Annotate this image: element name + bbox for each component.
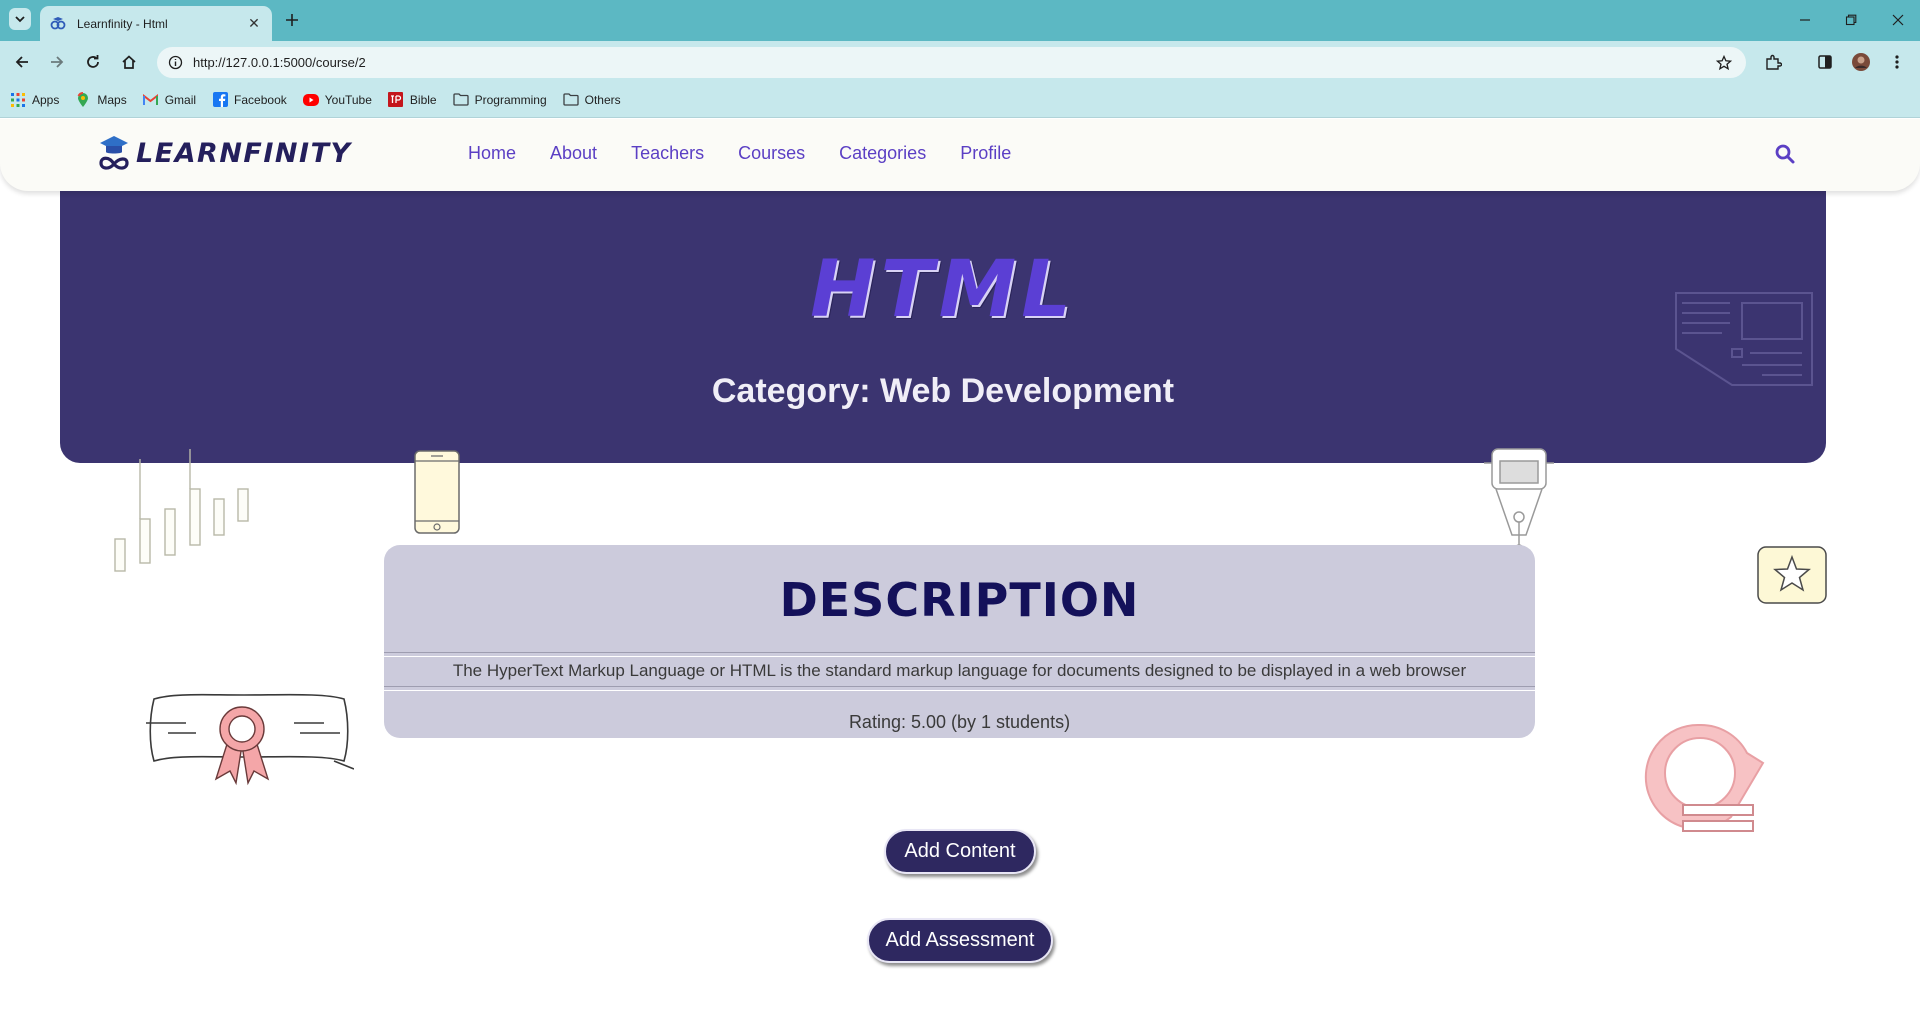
bookmark-label: Programming [474, 92, 547, 107]
bookmark-bible[interactable]: Bible [388, 92, 437, 108]
site-logo[interactable]: LEARNFINITY [98, 133, 352, 173]
tab-search-button[interactable] [9, 8, 31, 30]
folder-icon [452, 92, 469, 108]
back-button[interactable] [10, 50, 34, 74]
new-tab-button[interactable] [281, 9, 303, 31]
nav-home[interactable]: Home [468, 143, 516, 164]
gmail-icon [143, 92, 159, 108]
divider [384, 686, 1535, 687]
folder-icon [562, 92, 579, 108]
bookmark-youtube[interactable]: YouTube [302, 92, 372, 108]
add-content-button[interactable]: Add Content [884, 829, 1036, 874]
browser-tab-active[interactable]: Learnfinity - Html ✕ [40, 6, 272, 41]
description-heading: DESCRIPTION [779, 573, 1140, 627]
bookmark-facebook[interactable]: Facebook [212, 92, 287, 108]
bookmark-gmail[interactable]: Gmail [143, 92, 196, 108]
divider [384, 656, 1535, 657]
bookmark-star-icon[interactable] [1713, 52, 1734, 73]
course-title: HTML [810, 245, 1076, 335]
side-panel-button[interactable] [1813, 50, 1837, 74]
browser-toolbar: http://127.0.0.1:5000/course/2 [0, 41, 1920, 82]
youtube-icon [302, 92, 319, 108]
graduation-infinity-icon [99, 136, 129, 170]
divider [384, 690, 1535, 691]
reload-icon [87, 55, 99, 68]
bookmark-label: Others [584, 92, 621, 107]
more-vertical-icon [1895, 55, 1899, 69]
browser-tabstrip: Learnfinity - Html ✕ [0, 0, 1920, 41]
bar-chart-illustration-icon [114, 449, 249, 572]
bible-icon [388, 92, 404, 108]
tab-close-icon[interactable]: ✕ [244, 14, 264, 34]
browser-window-illustration-icon [1675, 292, 1813, 386]
course-rating: Rating: 5.00 (by 1 students) [848, 712, 1071, 732]
bookmark-maps[interactable]: Maps [75, 91, 127, 108]
avatar-icon [1852, 53, 1870, 71]
learnfinity-favicon-icon [50, 15, 68, 33]
bookmark-label: Bible [409, 92, 437, 107]
course-description-card: DESCRIPTION The HyperText Markup Languag… [384, 545, 1535, 738]
tab-title: Learnfinity - Html [77, 16, 168, 31]
bookmark-folder-others[interactable]: Others [562, 92, 621, 108]
bookmark-folder-programming[interactable]: Programming [452, 92, 547, 108]
bookmark-label: Maps [97, 92, 127, 107]
bookmark-label: Gmail [164, 92, 197, 107]
side-panel-icon [1818, 55, 1832, 69]
plus-icon [286, 14, 298, 26]
minimize-window-button[interactable] [1790, 8, 1820, 32]
close-icon [1892, 14, 1904, 26]
home-button[interactable] [117, 50, 141, 74]
divider [384, 652, 1535, 653]
forward-button[interactable] [45, 50, 69, 74]
page-viewport: LEARNFINITY Home About Teachers Courses … [0, 119, 1920, 1033]
pen-nib-illustration-icon [1484, 448, 1554, 554]
site-info-icon[interactable] [165, 52, 186, 73]
nav-profile[interactable]: Profile [960, 143, 1011, 164]
extensions-button[interactable] [1761, 50, 1785, 74]
nav-categories[interactable]: Categories [839, 143, 926, 164]
address-bar[interactable]: http://127.0.0.1:5000/course/2 [157, 47, 1746, 78]
site-navbar: LEARNFINITY Home About Teachers Courses … [0, 119, 1920, 191]
restore-window-button[interactable] [1836, 8, 1866, 32]
browser-menu-button[interactable] [1885, 50, 1909, 74]
apps-grid-icon [10, 92, 26, 108]
search-icon[interactable] [1774, 143, 1796, 165]
logo-text: LEARNFINITY [136, 137, 352, 169]
nav-about[interactable]: About [550, 143, 597, 164]
nav-teachers[interactable]: Teachers [631, 143, 704, 164]
course-category: Category: Web Development [711, 372, 1175, 410]
facebook-icon [212, 92, 228, 108]
smartphone-illustration-icon [414, 450, 460, 534]
course-hero-banner: HTML Category: Web Development [60, 191, 1826, 463]
bookmark-label: Facebook [234, 92, 287, 107]
home-icon [122, 55, 136, 69]
star-badge-icon [1757, 546, 1827, 604]
minimize-icon [1800, 19, 1810, 21]
puzzle-icon [1765, 54, 1782, 70]
description-text: The HyperText Markup Language or HTML is… [452, 661, 1467, 680]
profile-avatar[interactable] [1849, 50, 1873, 74]
arrow-right-icon [51, 56, 64, 68]
bookmark-apps[interactable]: Apps [10, 92, 59, 108]
arrow-left-icon [15, 56, 28, 68]
restore-icon [1845, 14, 1857, 26]
certificate-scroll-illustration-icon [146, 693, 354, 786]
main-nav: Home About Teachers Courses Categories P… [468, 143, 1045, 164]
reload-button[interactable] [81, 50, 105, 74]
nav-courses[interactable]: Courses [738, 143, 805, 164]
chat-bubble-illustration-icon [1644, 723, 1765, 832]
bookmark-label: Apps [32, 92, 60, 107]
bookmarks-bar: Apps Maps Gmail Facebook YouTube Bible P… [0, 82, 1920, 118]
add-assessment-button[interactable]: Add Assessment [867, 918, 1053, 963]
url-text[interactable]: http://127.0.0.1:5000/course/2 [193, 55, 366, 70]
maps-pin-icon [75, 91, 91, 108]
chevron-down-icon [15, 16, 25, 23]
close-window-button[interactable] [1883, 8, 1913, 32]
bookmark-label: YouTube [324, 92, 372, 107]
